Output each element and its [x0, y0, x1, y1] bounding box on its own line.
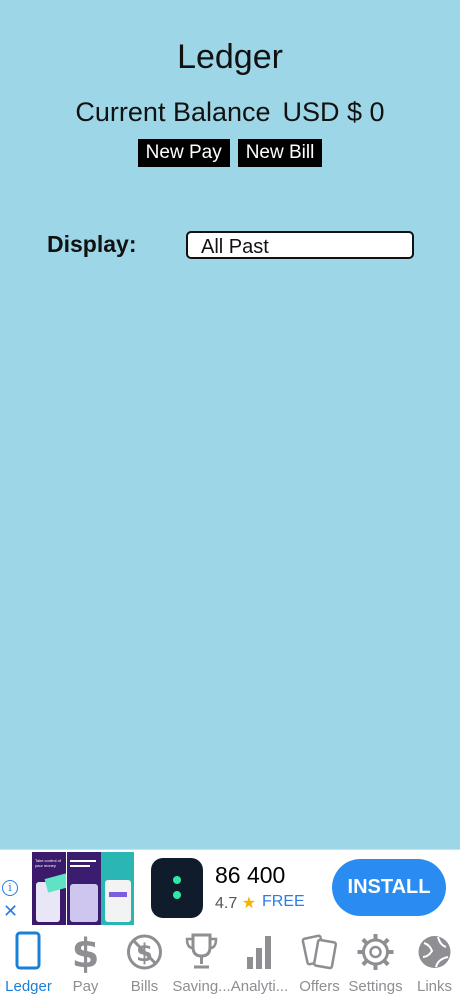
tab-label: Saving... — [172, 978, 231, 995]
ad-screenshot — [67, 852, 101, 925]
tab-ledger[interactable]: Ledger — [0, 926, 57, 996]
tab-pay[interactable]: $ Pay — [57, 926, 114, 996]
tab-label: Links — [416, 978, 453, 995]
info-icon[interactable]: i — [2, 880, 18, 896]
app-logo-icon — [151, 858, 203, 918]
cards-icon — [301, 934, 338, 970]
globe-icon — [418, 936, 451, 968]
tab-bills[interactable]: $ Bills — [116, 926, 173, 996]
ad-app-name: 86 400 — [215, 862, 286, 888]
bar-chart-icon — [247, 936, 271, 969]
tab-label: Bills — [130, 978, 159, 995]
new-bill-button[interactable]: New Bill — [237, 139, 323, 167]
tab-label: Pay — [72, 978, 99, 995]
no-dollar-icon: $ — [127, 934, 162, 970]
dollar-icon: $ — [72, 931, 100, 973]
ad-rating: 4.7 ★ — [215, 893, 256, 913]
new-pay-button[interactable]: New Pay — [137, 139, 230, 167]
tab-links[interactable]: Links — [406, 926, 460, 996]
tab-label: Ledger — [5, 978, 52, 995]
install-button[interactable]: INSTALL — [332, 859, 446, 916]
tab-label: Analyti... — [230, 978, 289, 995]
display-label: Display: — [47, 231, 137, 257]
tab-label: Settings — [348, 978, 403, 995]
ad-banner[interactable]: i ✕ Take control of your money 86 400 4.… — [0, 849, 460, 927]
tab-bar: Ledger $ Pay $ Bills Saving... Analyti — [0, 926, 460, 996]
tab-settings[interactable]: Settings — [347, 926, 404, 996]
ad-screenshot: Take control of your money — [32, 852, 66, 925]
balance-label: Current Balance — [75, 97, 271, 127]
ad-screenshot-text: Take control of your money — [35, 858, 62, 868]
rating-value: 4.7 — [215, 895, 238, 912]
page-title: Ledger — [177, 38, 283, 76]
tab-offers[interactable]: Offers — [291, 926, 348, 996]
tab-label: Offers — [299, 978, 340, 995]
action-buttons: New Pay New Bill — [0, 139, 460, 167]
gear-icon — [357, 934, 394, 970]
trophy-icon — [185, 933, 218, 969]
display-select[interactable]: All Past — [186, 231, 414, 259]
star-icon: ★ — [241, 895, 257, 912]
phone-icon — [15, 931, 41, 970]
ad-price: FREE — [262, 893, 305, 910]
svg-text:$: $ — [72, 931, 100, 973]
tab-analytics[interactable]: Analyti... — [231, 926, 288, 996]
close-icon[interactable]: ✕ — [3, 902, 18, 920]
balance-value: USD $ 0 — [282, 97, 385, 127]
ad-screenshot — [101, 852, 134, 925]
tab-savings[interactable]: Saving... — [172, 926, 231, 996]
balance-line: Current Balance USD $ 0 — [0, 97, 460, 128]
